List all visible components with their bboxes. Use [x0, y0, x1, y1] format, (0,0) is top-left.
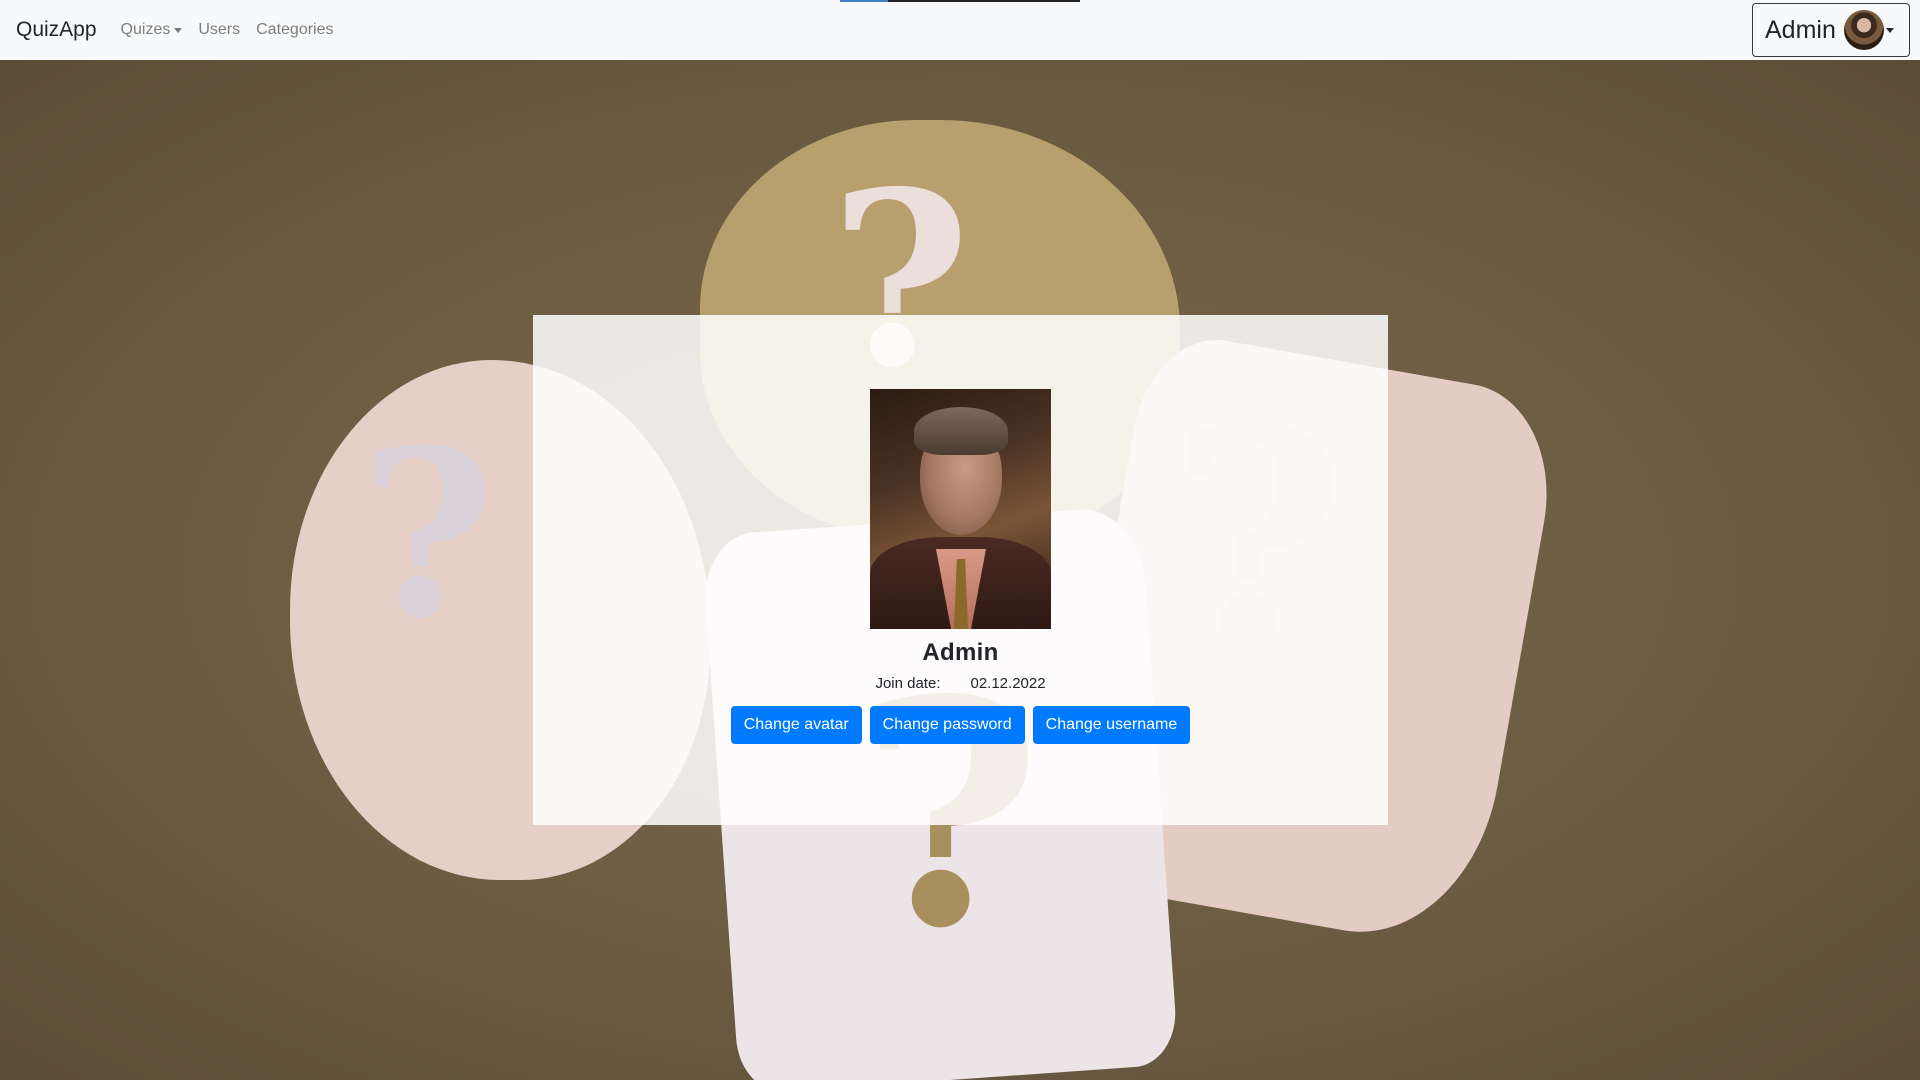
user-menu-button[interactable]: Admin: [1752, 3, 1910, 57]
nav-item-quizes[interactable]: Quizes: [121, 21, 183, 39]
brand-link[interactable]: QuizApp: [16, 18, 97, 42]
user-avatar-icon: [1843, 10, 1884, 50]
change-password-button[interactable]: Change password: [869, 706, 1025, 744]
top-loading-accent: [840, 0, 1080, 2]
profile-actions: Change avatar Change password Change use…: [730, 706, 1191, 744]
chevron-down-icon: [1885, 28, 1894, 33]
user-menu-label: Admin: [1765, 15, 1836, 44]
chevron-down-icon: [174, 27, 183, 33]
profile-card: Admin Join date: 02.12.2022 Change avata…: [533, 315, 1388, 825]
profile-username: Admin: [922, 639, 999, 666]
join-date-label: Join date:: [875, 675, 941, 692]
nav-item-quizes-label: Quizes: [120, 21, 171, 38]
avatar-hair: [914, 407, 1008, 455]
question-mark-left: ?: [360, 400, 495, 670]
change-avatar-button[interactable]: Change avatar: [730, 706, 862, 744]
nav-item-categories[interactable]: Categories: [256, 21, 333, 39]
join-date-row: Join date: 02.12.2022: [875, 675, 1045, 692]
nav-item-users[interactable]: Users: [198, 21, 240, 39]
profile-avatar: [870, 389, 1051, 629]
navbar: QuizApp Quizes Users Categories Admin: [0, 0, 1920, 60]
change-username-button[interactable]: Change username: [1032, 706, 1191, 744]
join-date-value: 02.12.2022: [970, 675, 1046, 692]
